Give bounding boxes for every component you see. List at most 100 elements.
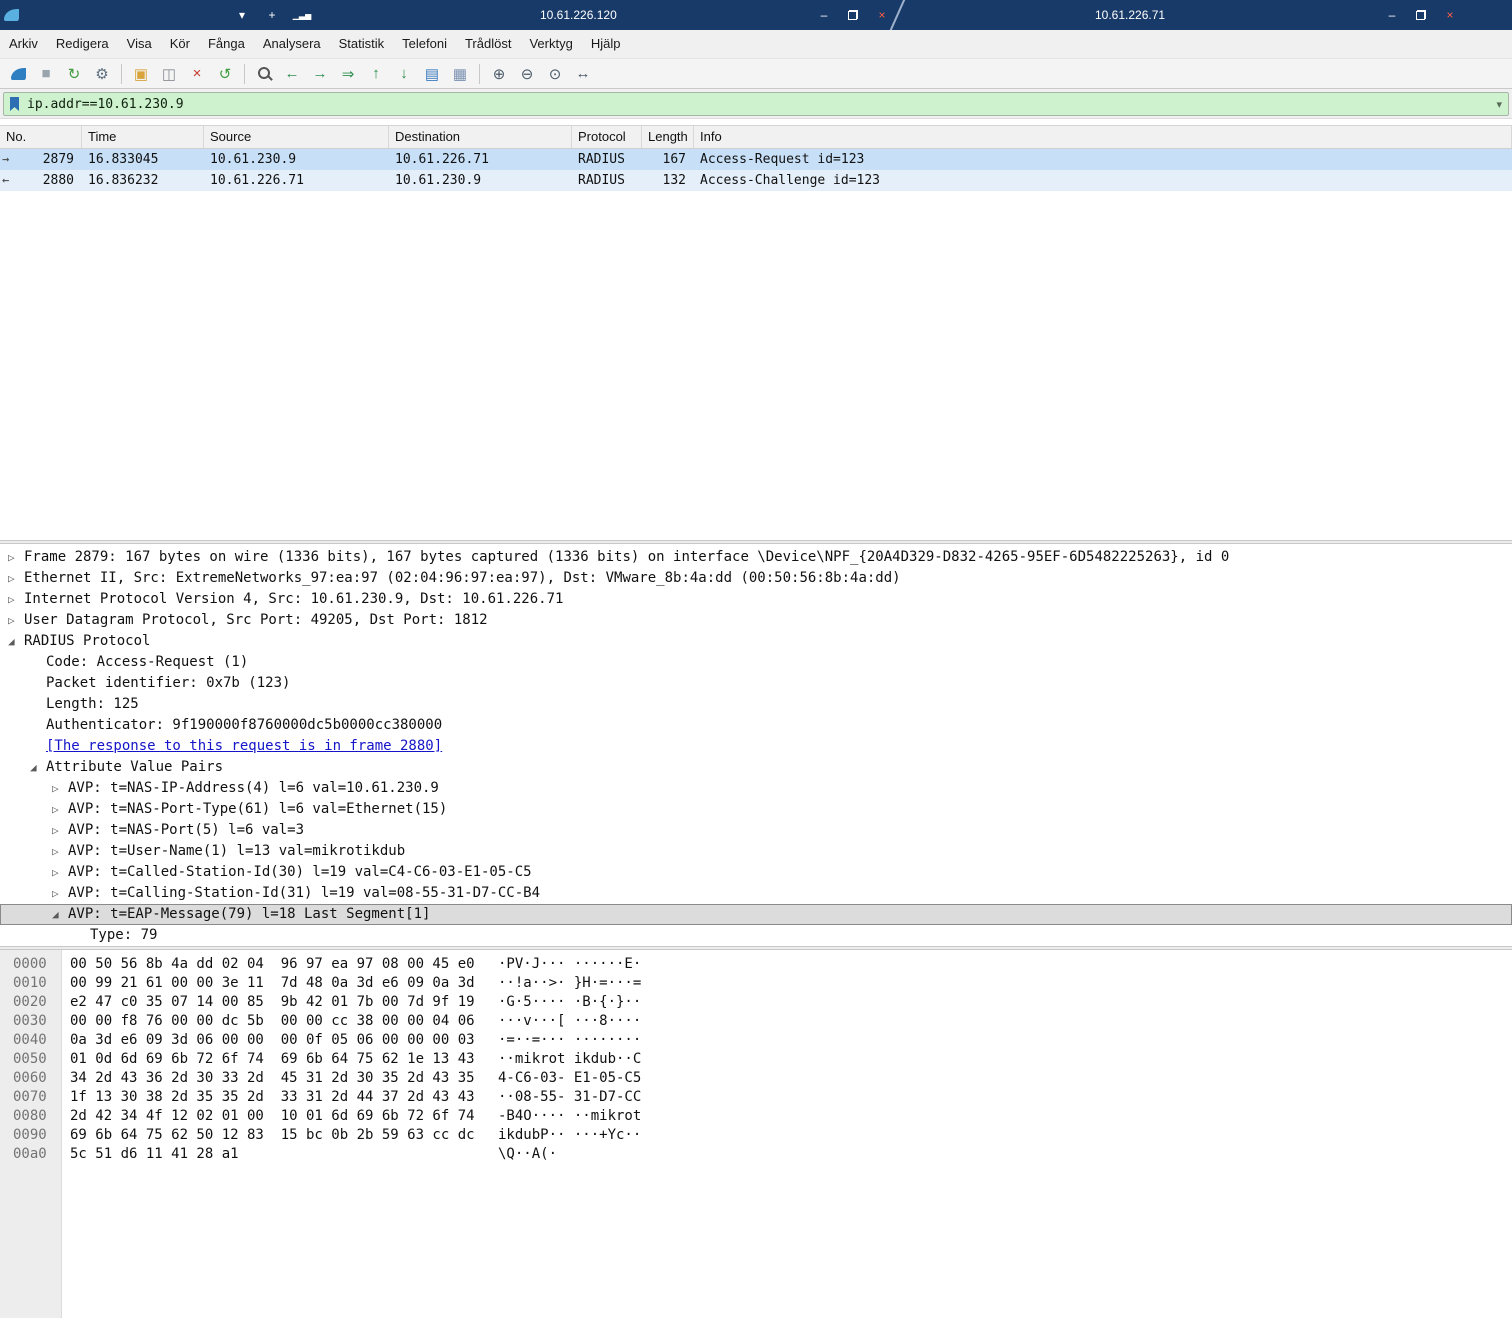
go-back-button[interactable]: ← <box>279 62 305 86</box>
expand-icon[interactable]: ▷ <box>52 778 68 799</box>
hex-row[interactable]: 0010 00 99 21 61 00 00 3e 11 7d 48 0a 3d … <box>0 974 1512 993</box>
column-header-time[interactable]: Time <box>82 126 204 148</box>
detail-line[interactable]: ▷ AVP: t=NAS-IP-Address(4) l=6 val=10.61.… <box>0 778 1512 799</box>
menu-item[interactable]: Statistik <box>330 30 394 58</box>
expand-icon[interactable]: ▷ <box>52 841 68 862</box>
detail-line[interactable]: [The response to this request is in fram… <box>0 736 1512 757</box>
menu-item[interactable]: Fånga <box>199 30 254 58</box>
expand-icon[interactable]: ▷ <box>52 883 68 904</box>
find-packet-button[interactable] <box>251 62 277 86</box>
front-window-titlebar[interactable]: ▾ + ▁▃▅ 10.61.226.120 – × <box>0 0 900 30</box>
colorize-button[interactable]: ▦ <box>447 62 473 86</box>
expand-icon[interactable]: ▷ <box>52 820 68 841</box>
menu-item[interactable]: Trådlöst <box>456 30 520 58</box>
go-forward-button[interactable]: → <box>307 62 333 86</box>
menu-item[interactable]: Analysera <box>254 30 330 58</box>
detail-line[interactable]: Code: Access-Request (1) <box>0 652 1512 673</box>
minimize-button[interactable]: – <box>1382 6 1402 24</box>
menu-item[interactable]: Telefoni <box>393 30 456 58</box>
column-header-no[interactable]: No. <box>0 126 82 148</box>
hex-row[interactable]: 0070 1f 13 30 38 2d 35 35 2d 33 31 2d 44 … <box>0 1088 1512 1107</box>
restart-capture-button[interactable]: ↻ <box>61 62 87 86</box>
column-header-source[interactable]: Source <box>204 126 389 148</box>
packet-row[interactable]: ← 2880 16.836232 10.61.226.71 10.61.230.9 RAD… <box>0 170 1512 191</box>
detail-line[interactable]: ◢ RADIUS Protocol <box>0 631 1512 652</box>
detail-line[interactable]: ▷ AVP: t=Calling-Station-Id(31) l=19 val=… <box>0 883 1512 904</box>
restore-button[interactable] <box>1411 6 1431 24</box>
detail-line[interactable]: ▷ AVP: t=User-Name(1) l=13 val=mikrotikdu… <box>0 841 1512 862</box>
open-file-button[interactable]: ▣ <box>128 62 154 86</box>
filter-dropdown-icon[interactable]: ▾ <box>1496 98 1502 111</box>
detail-line[interactable]: Packet identifier: 0x7b (123) <box>0 673 1512 694</box>
column-header-destination[interactable]: Destination <box>389 126 572 148</box>
autoscroll-button[interactable]: ▤ <box>419 62 445 86</box>
hex-ascii: ··!a··>· }H·=···= <box>498 975 642 991</box>
menu-item[interactable]: Redigera <box>47 30 118 58</box>
zoom-out-button[interactable]: ⊖ <box>514 62 540 86</box>
go-last-button[interactable]: ↓ <box>391 62 417 86</box>
pin-button[interactable]: + <box>262 6 282 24</box>
menu-item[interactable]: Kör <box>161 30 199 58</box>
detail-line[interactable]: Authenticator: 9f190000f8760000dc5b0000c… <box>0 715 1512 736</box>
menu-item[interactable]: Hjälp <box>582 30 630 58</box>
hex-row[interactable]: 0060 34 2d 43 36 2d 30 33 2d 45 31 2d 30 … <box>0 1069 1512 1088</box>
zoom-100-button[interactable]: ⊙ <box>542 62 568 86</box>
column-header-info[interactable]: Info <box>694 126 1512 148</box>
detail-line[interactable]: Length: 125 <box>0 694 1512 715</box>
collapse-icon[interactable]: ◢ <box>8 631 24 652</box>
close-button[interactable]: × <box>1440 6 1460 24</box>
detail-line[interactable]: ▷ User Datagram Protocol, Src Port: 49205… <box>0 610 1512 631</box>
close-button[interactable]: × <box>872 6 892 24</box>
save-file-button[interactable]: ◫ <box>156 62 182 86</box>
detail-line[interactable]: ◢ AVP: t=EAP-Message(79) l=18 Last Segmen… <box>0 904 1512 925</box>
hex-row[interactable]: 0020 e2 47 c0 35 07 14 00 85 9b 42 01 7b … <box>0 993 1512 1012</box>
goto-packet-button[interactable]: ⇒ <box>335 62 361 86</box>
expand-icon[interactable]: ▷ <box>8 568 24 589</box>
hex-row[interactable]: 00a0 5c 51 d6 11 41 28 a1 \Q··A(· <box>0 1145 1512 1164</box>
detail-line[interactable]: ▷ Internet Protocol Version 4, Src: 10.61… <box>0 589 1512 610</box>
minimize-button[interactable]: – <box>814 6 834 24</box>
filter-input[interactable] <box>25 95 1491 113</box>
detail-line[interactable]: Type: 79 <box>0 925 1512 946</box>
connection-signal-button[interactable]: ▁▃▅ <box>292 6 312 24</box>
back-window-titlebar[interactable]: 10.61.226.71 – × <box>887 0 1512 30</box>
hex-row[interactable]: 0000 00 50 56 8b 4a dd 02 04 96 97 ea 97 … <box>0 955 1512 974</box>
detail-line[interactable]: ▷ AVP: t=Called-Station-Id(30) l=19 val=C… <box>0 862 1512 883</box>
hex-row[interactable]: 0080 2d 42 34 4f 12 02 01 00 10 01 6d 69 … <box>0 1107 1512 1126</box>
go-first-button[interactable]: ↑ <box>363 62 389 86</box>
packet-row[interactable]: → 2879 16.833045 10.61.230.9 10.61.226.71 RAD… <box>0 149 1512 170</box>
start-capture-button[interactable] <box>5 62 31 86</box>
expand-icon[interactable]: ▷ <box>8 610 24 631</box>
packet-list-body[interactable]: → 2879 16.833045 10.61.230.9 10.61.226.71 RAD… <box>0 149 1512 540</box>
detail-line[interactable]: ▷ Frame 2879: 167 bytes on wire (1336 bit… <box>0 547 1512 568</box>
filter-bookmark-icon[interactable] <box>10 97 19 111</box>
reload-file-button[interactable]: ↺ <box>212 62 238 86</box>
detail-line[interactable]: ▷ Ethernet II, Src: ExtremeNetworks_97:ea… <box>0 568 1512 589</box>
expand-icon[interactable]: ▷ <box>8 589 24 610</box>
expand-icon[interactable]: ▷ <box>52 862 68 883</box>
column-header-protocol[interactable]: Protocol <box>572 126 642 148</box>
restore-button[interactable] <box>843 6 863 24</box>
column-header-length[interactable]: Length <box>642 126 694 148</box>
close-file-button[interactable]: × <box>184 62 210 86</box>
hex-row[interactable]: 0050 01 0d 6d 69 6b 72 6f 74 69 6b 64 75 … <box>0 1050 1512 1069</box>
capture-options-button[interactable]: ⚙ <box>89 62 115 86</box>
resize-columns-button[interactable]: ↔ <box>570 62 596 86</box>
zoom-in-button[interactable]: ⊕ <box>486 62 512 86</box>
detail-line[interactable]: ◢ Attribute Value Pairs <box>0 757 1512 778</box>
menu-item[interactable]: Arkiv <box>0 30 47 58</box>
hex-row[interactable]: 0090 69 6b 64 75 62 50 12 83 15 bc 0b 2b … <box>0 1126 1512 1145</box>
collapse-icon[interactable]: ◢ <box>52 904 68 925</box>
expand-icon[interactable]: ▷ <box>52 799 68 820</box>
detail-text: AVP: t=Called-Station-Id(30) l=19 val=C4… <box>68 864 532 880</box>
detail-line[interactable]: ▷ AVP: t=NAS-Port-Type(61) l=6 val=Ethern… <box>0 799 1512 820</box>
session-dropdown-button[interactable]: ▾ <box>232 6 252 24</box>
hex-row[interactable]: 0040 0a 3d e6 09 3d 06 00 00 00 0f 05 06 … <box>0 1031 1512 1050</box>
stop-capture-button[interactable]: ■ <box>33 62 59 86</box>
menu-item[interactable]: Visa <box>118 30 161 58</box>
menu-item[interactable]: Verktyg <box>520 30 581 58</box>
collapse-icon[interactable]: ◢ <box>30 757 46 778</box>
hex-row[interactable]: 0030 00 00 f8 76 00 00 dc 5b 00 00 cc 38 … <box>0 1012 1512 1031</box>
expand-icon[interactable]: ▷ <box>8 547 24 568</box>
detail-line[interactable]: ▷ AVP: t=NAS-Port(5) l=6 val=3 <box>0 820 1512 841</box>
